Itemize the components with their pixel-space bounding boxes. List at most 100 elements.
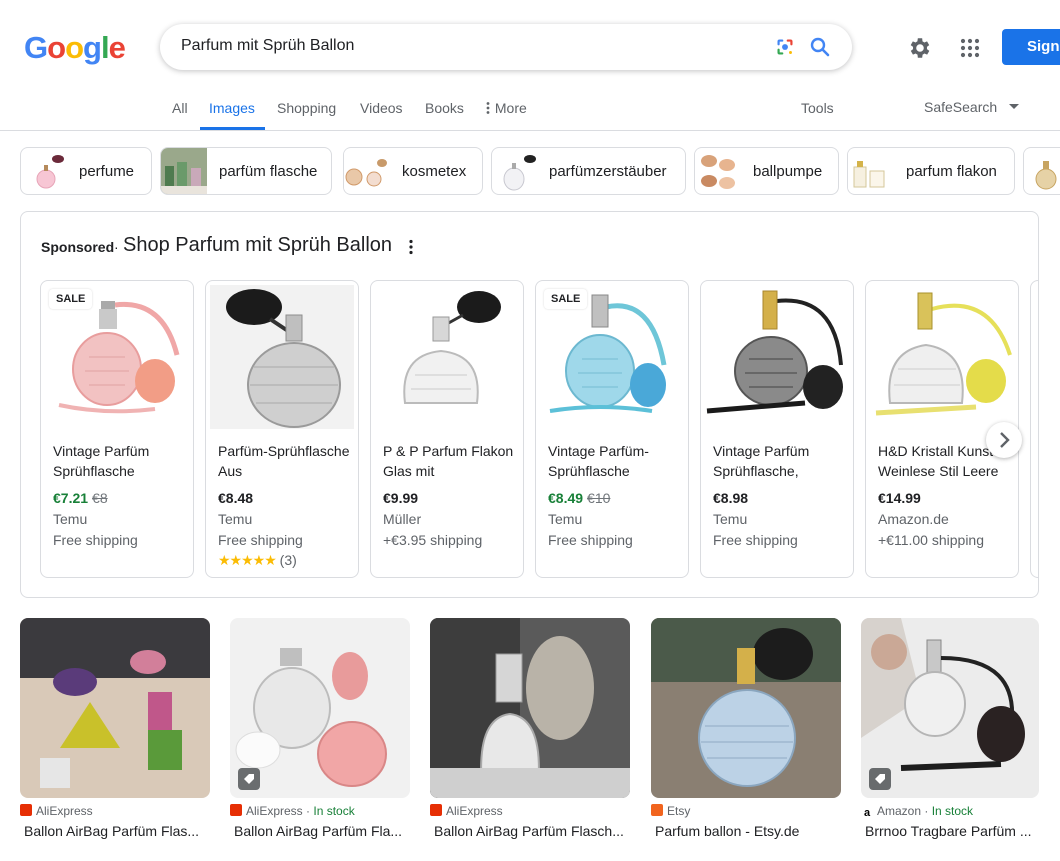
product-card-partial[interactable] [1030, 280, 1038, 578]
tools-button[interactable]: Tools [801, 100, 834, 116]
tab-more[interactable]: More [485, 100, 527, 116]
product-card[interactable]: Parfüm-Sprühflasche Aus €8.48 Temu Free … [205, 280, 359, 578]
logo-letter: e [108, 30, 126, 65]
result-title[interactable]: Parfum ballon - Etsy.de [655, 823, 841, 839]
result-image[interactable] [20, 618, 210, 798]
tab-books[interactable]: Books [425, 100, 464, 116]
gear-icon[interactable] [907, 35, 933, 61]
image-result[interactable]: Etsy Parfum ballon - Etsy.de [651, 618, 841, 839]
chip-partial[interactable] [1023, 147, 1060, 195]
sponsored-title: Shop Parfum mit Sprüh Ballon [123, 234, 393, 256]
product-card[interactable]: Vintage Parfüm Sprühflasche, €8.98 Temu … [700, 280, 854, 578]
product-title[interactable]: Vintage Parfüm-Sprühflasche [548, 441, 688, 481]
aliexpress-favicon [230, 804, 242, 816]
chip-label: parfum flakon [906, 163, 997, 180]
result-image[interactable] [861, 618, 1039, 798]
chip-thumbnail [161, 148, 207, 194]
result-image[interactable] [430, 618, 630, 798]
shipping-info: +€3.95 shipping [383, 532, 483, 548]
nav-divider [0, 130, 1060, 131]
result-title[interactable]: Ballon AirBag Parfüm Flas... [24, 823, 210, 839]
sponsored-shopping-panel: Sponsored · Shop Parfum mit Sprüh Ballon… [20, 211, 1039, 598]
chip-perfume[interactable]: perfume [20, 147, 152, 195]
logo-letter: l [100, 30, 110, 65]
product-card[interactable]: SALE Vintage Parfüm Sprühflasche €7.21 €8… [40, 280, 194, 578]
chip-thumbnail [1024, 149, 1060, 193]
google-lens-icon[interactable] [774, 36, 796, 58]
chip-label: parfümzerstäuber [549, 163, 667, 180]
tab-shopping[interactable]: Shopping [277, 100, 336, 116]
shipping-info: Free shipping [713, 532, 798, 548]
source-name: Amazon [877, 804, 922, 818]
chip-thumbnail [25, 149, 69, 193]
product-rating: ★★★★★ (3) [218, 552, 297, 569]
product-title[interactable]: P & P Parfum Flakon Glas mit [383, 441, 523, 481]
shipping-info: Free shipping [218, 532, 303, 548]
etsy-favicon [651, 804, 663, 816]
chip-thumbnail [695, 149, 739, 193]
amazon-favicon: a [861, 807, 873, 819]
product-image [375, 285, 519, 429]
result-title[interactable]: Ballon AirBag Parfüm Fla... [234, 823, 410, 839]
chip-ballpumpe[interactable]: ballpumpe [694, 147, 839, 195]
chip-parfum-flasche[interactable]: parfüm flasche [160, 147, 332, 195]
carousel-next-button[interactable] [986, 422, 1022, 458]
merchant-name: Amazon.de [878, 511, 949, 527]
chip-kosmetex[interactable]: kosmetex [343, 147, 483, 195]
sponsored-label: Sponsored [41, 239, 115, 255]
price-value: €8.98 [713, 490, 749, 506]
result-image[interactable] [230, 618, 410, 798]
search-icon[interactable] [808, 35, 832, 59]
apps-grid-icon[interactable] [958, 36, 982, 60]
google-logo[interactable]: Google [24, 30, 126, 66]
product-title[interactable]: Vintage Parfüm Sprühflasche, [713, 441, 853, 481]
safesearch-button[interactable]: SafeSearch [924, 99, 1020, 115]
image-result[interactable]: AliExpress Ballon AirBag Parfüm Flas... [20, 618, 210, 839]
aliexpress-favicon [430, 804, 442, 816]
logo-letter: G [24, 30, 48, 65]
price-value: €14.99 [878, 490, 921, 506]
chip-label: perfume [79, 163, 135, 180]
shipping-info: Free shipping [53, 532, 138, 548]
aliexpress-favicon [20, 804, 32, 816]
result-source: AliExpress [20, 804, 93, 818]
chip-parfumzerstauber[interactable]: parfümzerstäuber [491, 147, 686, 195]
more-options-icon[interactable] [405, 238, 417, 256]
result-image[interactable] [651, 618, 841, 798]
chip-thumbnail [496, 149, 540, 193]
image-result[interactable]: AliExpress · In stock Ballon AirBag Parf… [230, 618, 410, 839]
chip-label: parfüm flasche [219, 163, 318, 180]
merchant-name: Temu [218, 511, 253, 527]
shipping-info: +€11.00 shipping [878, 532, 984, 548]
product-price: €14.99 [878, 490, 921, 506]
tab-videos[interactable]: Videos [360, 100, 403, 116]
price-value: €8.48 [218, 490, 254, 506]
merchant-name: Temu [53, 511, 88, 527]
price-value: €9.99 [383, 490, 419, 506]
product-title[interactable]: Vintage Parfüm Sprühflasche [53, 441, 193, 481]
product-price: €8.98 [713, 490, 748, 506]
chip-parfum-flakon[interactable]: parfum flakon [847, 147, 1015, 195]
image-result[interactable]: AliExpress Ballon AirBag Parfüm Flasch..… [430, 618, 630, 839]
result-thumbnail [20, 618, 210, 798]
tab-all[interactable]: All [172, 100, 188, 116]
product-price: €8.48 [218, 490, 253, 506]
product-card[interactable]: SALE Vintage Parfüm-Sprühflasche €8.49 €1… [535, 280, 689, 578]
result-title[interactable]: Ballon AirBag Parfüm Flasch... [434, 823, 630, 839]
source-name: Etsy [667, 804, 691, 818]
search-box[interactable]: Parfum mit Sprüh Ballon [160, 24, 852, 70]
logo-letter: o [65, 30, 84, 65]
tab-images[interactable]: Images [209, 100, 255, 116]
product-price: €7.21 €8 [53, 490, 108, 506]
search-input[interactable]: Parfum mit Sprüh Ballon [181, 37, 354, 55]
product-price: €9.99 [383, 490, 418, 506]
product-card[interactable]: P & P Parfum Flakon Glas mit €9.99 Mülle… [370, 280, 524, 578]
image-result[interactable]: a Amazon · In stock Brrnoo Tragbare Parfü… [861, 618, 1039, 839]
more-vert-icon [486, 102, 490, 114]
source-name: AliExpress [446, 804, 503, 818]
product-title[interactable]: Parfüm-Sprühflasche Aus [218, 441, 358, 481]
rating-count: (3) [279, 552, 297, 568]
sale-badge: SALE [544, 289, 588, 309]
result-title[interactable]: Brrnoo Tragbare Parfüm ... [865, 823, 1039, 839]
sign-in-button[interactable]: Sign [1002, 29, 1060, 65]
